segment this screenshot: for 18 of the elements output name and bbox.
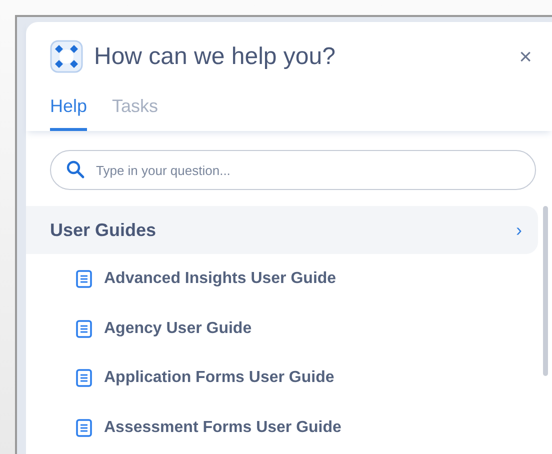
- close-button[interactable]: ×: [519, 46, 532, 68]
- tab[interactable]: Help: [50, 93, 88, 131]
- search-field[interactable]: Type in your question...: [50, 150, 536, 190]
- lifebuoy-icon: [50, 40, 83, 73]
- search-icon: [66, 160, 85, 179]
- guide-link[interactable]: Agency User Guide: [26, 304, 538, 353]
- document-icon: [76, 270, 92, 288]
- document-icon: [76, 320, 92, 338]
- scrollbar-thumb[interactable]: [542, 206, 548, 376]
- section-title: User Guides: [50, 218, 156, 242]
- document-icon: [76, 418, 92, 437]
- guide-link[interactable]: Assessment Forms User Guide: [26, 402, 538, 452]
- chevron-icon: ›: [516, 221, 522, 239]
- guide-link[interactable]: Application Forms User Guide: [26, 353, 538, 402]
- section-header[interactable]: User Guides ›: [26, 206, 538, 254]
- document-icon: [76, 369, 92, 388]
- panel-title: How can we help you?: [94, 44, 336, 68]
- guide-link[interactable]: Advanced Insights User Guide: [26, 254, 538, 304]
